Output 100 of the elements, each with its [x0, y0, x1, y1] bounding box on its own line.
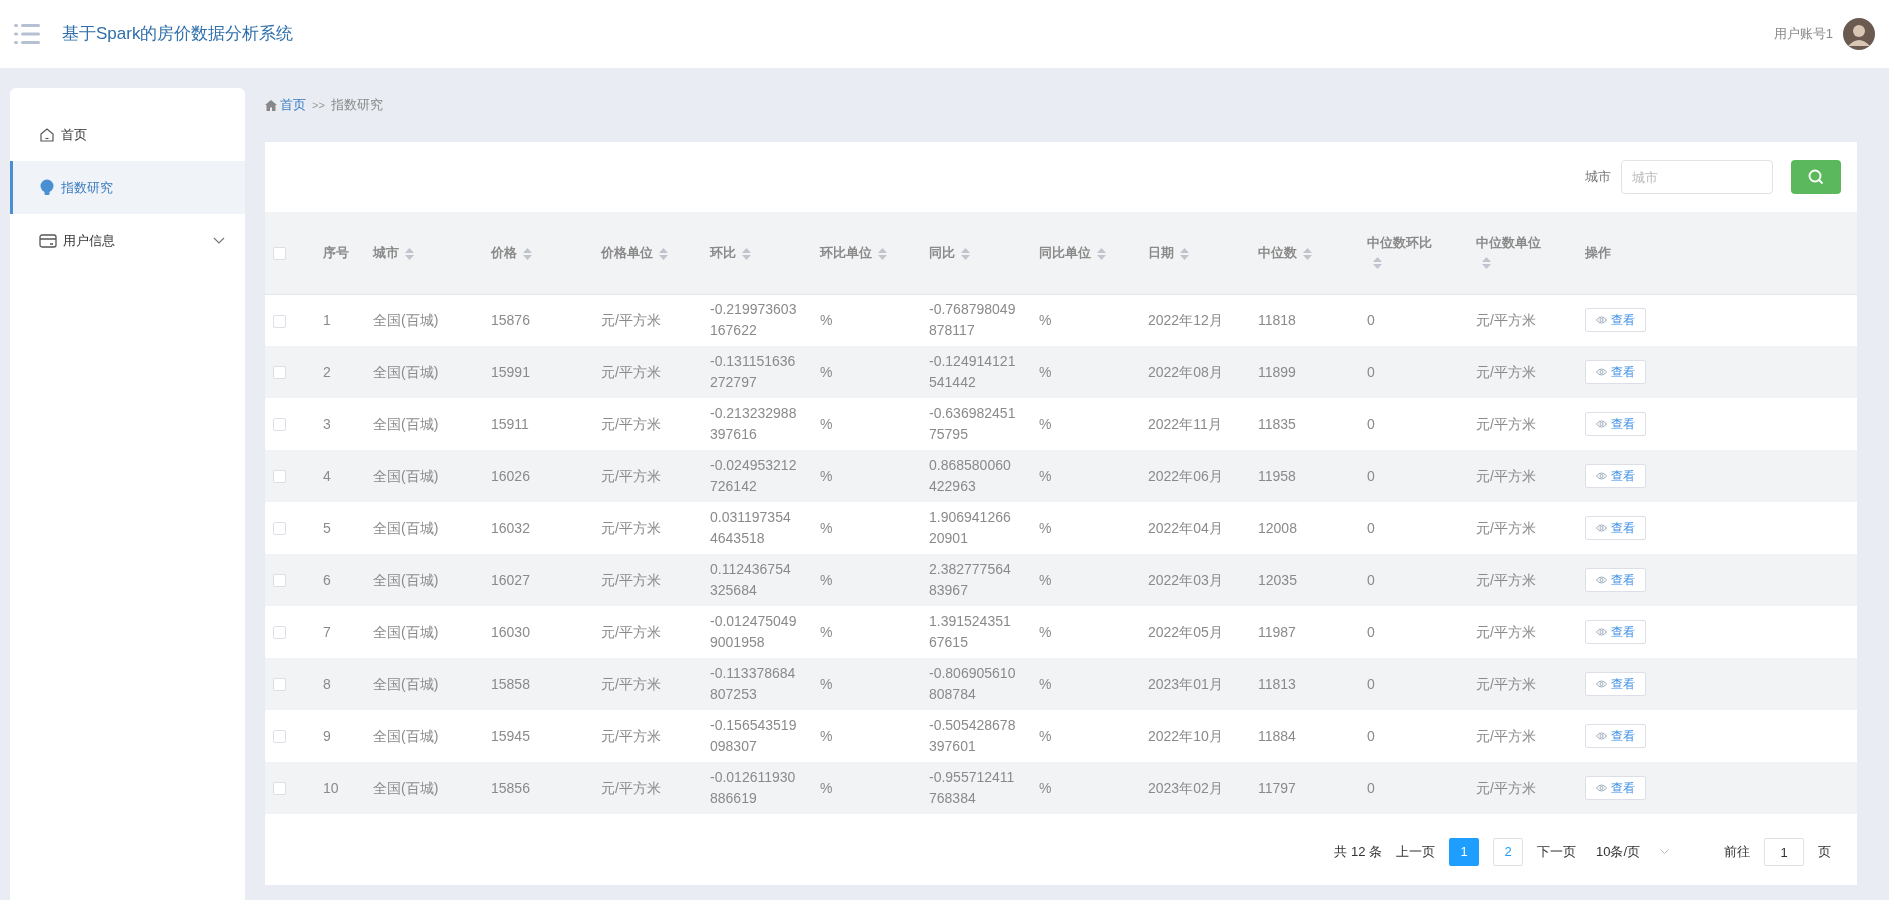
checkbox[interactable]	[273, 522, 286, 536]
checkbox[interactable]	[273, 626, 286, 640]
page-size-select[interactable]: 10条/页	[1590, 838, 1700, 866]
page-button[interactable]: 1	[1449, 838, 1479, 866]
checkbox[interactable]	[273, 418, 286, 432]
view-button[interactable]: 查看	[1585, 308, 1646, 333]
sort-icon[interactable]	[961, 247, 970, 260]
home-icon	[265, 99, 277, 111]
user-name[interactable]: 用户账号1	[1773, 24, 1833, 44]
sort-icon[interactable]	[523, 247, 532, 260]
view-button[interactable]: 查看	[1585, 776, 1646, 800]
table-cell-text: -0.0124750499001958	[710, 612, 798, 652]
eye-icon	[1596, 732, 1607, 740]
table-cell-text: 0	[1367, 726, 1375, 746]
sort-icon[interactable]	[659, 247, 668, 260]
table-cell-text: 元/平方米	[601, 726, 661, 746]
table-cell-text: %	[1039, 310, 1052, 330]
prev-page-button[interactable]: 上一页	[1396, 842, 1435, 862]
view-button[interactable]: 查看	[1585, 516, 1646, 540]
sort-icon[interactable]	[1373, 257, 1382, 270]
table-cell-text: 元/平方米	[601, 674, 661, 694]
search-field[interactable]: 城市	[1621, 160, 1773, 194]
eye-icon	[1596, 524, 1607, 532]
table-cell-text: -0.213232988397616	[710, 404, 798, 444]
table-cell-text: 3	[323, 414, 331, 434]
column-header[interactable]: 中位数单位	[1476, 235, 1541, 251]
table-cell-text: -0.124914121541442	[929, 352, 1017, 392]
table-cell-text: 元/平方米	[1476, 570, 1536, 590]
table-cell-text: 11958	[1258, 466, 1296, 486]
search-button[interactable]	[1791, 160, 1841, 194]
checkbox[interactable]	[273, 247, 286, 261]
eye-icon	[1596, 316, 1607, 325]
column-header[interactable]: 中位数	[1258, 245, 1297, 260]
next-page-button[interactable]: 下一页	[1537, 842, 1576, 862]
view-button[interactable]: 查看	[1585, 724, 1646, 748]
goto-label: 前往	[1724, 843, 1750, 862]
checkbox[interactable]	[273, 730, 286, 744]
checkbox[interactable]	[273, 782, 286, 796]
avatar[interactable]	[1843, 18, 1875, 50]
view-button[interactable]: 查看	[1585, 568, 1646, 592]
view-button[interactable]: 查看	[1585, 464, 1646, 488]
table-cell-text: %	[1039, 518, 1052, 538]
table-cell-text: 11818	[1258, 310, 1296, 330]
table-cell-text: %	[820, 414, 833, 434]
table-cell-text: 16030	[491, 622, 530, 642]
view-button[interactable]: 查看	[1585, 672, 1646, 696]
column-header[interactable]: 中位数环比	[1367, 235, 1432, 251]
table-cell-text: 16027	[491, 570, 530, 590]
sort-icon[interactable]	[742, 247, 751, 260]
checkbox[interactable]	[273, 314, 286, 328]
table-cell-text: 元/平方米	[1476, 622, 1536, 642]
sort-icon[interactable]	[1180, 247, 1189, 260]
table-cell-text: %	[1039, 622, 1052, 642]
column-header[interactable]: 环比	[710, 245, 736, 260]
column-header[interactable]: 同比单位	[1039, 245, 1091, 260]
eye-icon	[1596, 576, 1607, 584]
column-header: 序号	[323, 245, 349, 260]
view-button[interactable]: 查看	[1585, 620, 1646, 644]
column-header[interactable]: 价格单位	[601, 245, 653, 260]
table-cell-text: 8	[323, 674, 331, 694]
sort-icon[interactable]	[1303, 247, 1312, 260]
column-header: 操作	[1585, 245, 1611, 260]
table-cell-text: 0	[1367, 674, 1375, 694]
sort-icon[interactable]	[1097, 247, 1106, 260]
sort-icon[interactable]	[878, 247, 887, 260]
table-cell-text: 2	[323, 362, 331, 382]
table-cell-text: 1.90694126620901	[929, 508, 1012, 548]
column-header[interactable]: 价格	[491, 245, 517, 260]
table-cell-text: 元/平方米	[601, 466, 661, 486]
column-header[interactable]: 城市	[373, 245, 399, 260]
table-cell-text: 元/平方米	[601, 414, 661, 434]
table-cell-text: 16032	[491, 518, 530, 538]
eye-icon	[1596, 368, 1607, 376]
column-header[interactable]: 环比单位	[820, 245, 872, 260]
menu-icon[interactable]	[14, 23, 40, 45]
column-header[interactable]: 日期	[1148, 245, 1174, 260]
table-cell-text: 0	[1367, 362, 1375, 382]
sort-icon[interactable]	[1482, 257, 1491, 270]
sidebar-item[interactable]: 指数研究	[10, 161, 245, 214]
table-cell-text: 0	[1367, 414, 1375, 434]
checkbox[interactable]	[273, 366, 286, 380]
table-cell-text: 6	[323, 570, 331, 590]
table-cell-text: 全国(百城)	[373, 414, 439, 434]
view-button[interactable]: 查看	[1585, 360, 1646, 384]
home-icon	[39, 126, 55, 143]
breadcrumb-link[interactable]: 首页	[280, 95, 306, 115]
checkbox[interactable]	[273, 470, 286, 484]
page-input[interactable]: 1	[1764, 838, 1804, 866]
column-header[interactable]: 同比	[929, 245, 955, 260]
table-cell-text: 2022年05月	[1148, 622, 1223, 642]
view-button[interactable]: 查看	[1585, 412, 1646, 436]
sidebar-item[interactable]: 首页	[10, 108, 245, 161]
checkbox[interactable]	[273, 574, 286, 588]
page-button[interactable]: 2	[1493, 838, 1523, 866]
checkbox[interactable]	[273, 678, 286, 692]
table-cell-text: 0.0311973544643518	[710, 508, 792, 548]
eye-icon	[1596, 420, 1607, 428]
table-cell-text: %	[1039, 414, 1052, 434]
sort-icon[interactable]	[405, 247, 414, 260]
sidebar-item[interactable]: 用户信息	[10, 214, 245, 267]
